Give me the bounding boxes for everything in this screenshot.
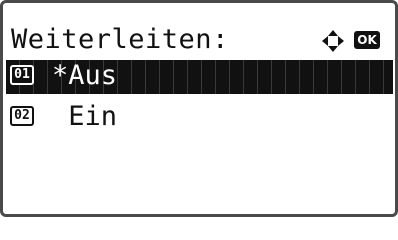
four-way-arrow-icon [322,30,344,52]
option-number-badge: 02 [10,106,34,126]
ok-key-icon[interactable]: OK [354,31,380,49]
screen-title: Weiterleiten: [11,24,229,55]
option-label: *Aus [52,60,118,91]
option-label: Ein [52,101,118,132]
option-number-badge: 01 [10,65,34,85]
option-row-ein[interactable]: 02 Ein [6,101,393,135]
lcd-panel: Weiterleiten: OK 01 *Aus 02 Ein [0,0,398,217]
option-row-aus[interactable]: 01 *Aus [6,60,393,94]
